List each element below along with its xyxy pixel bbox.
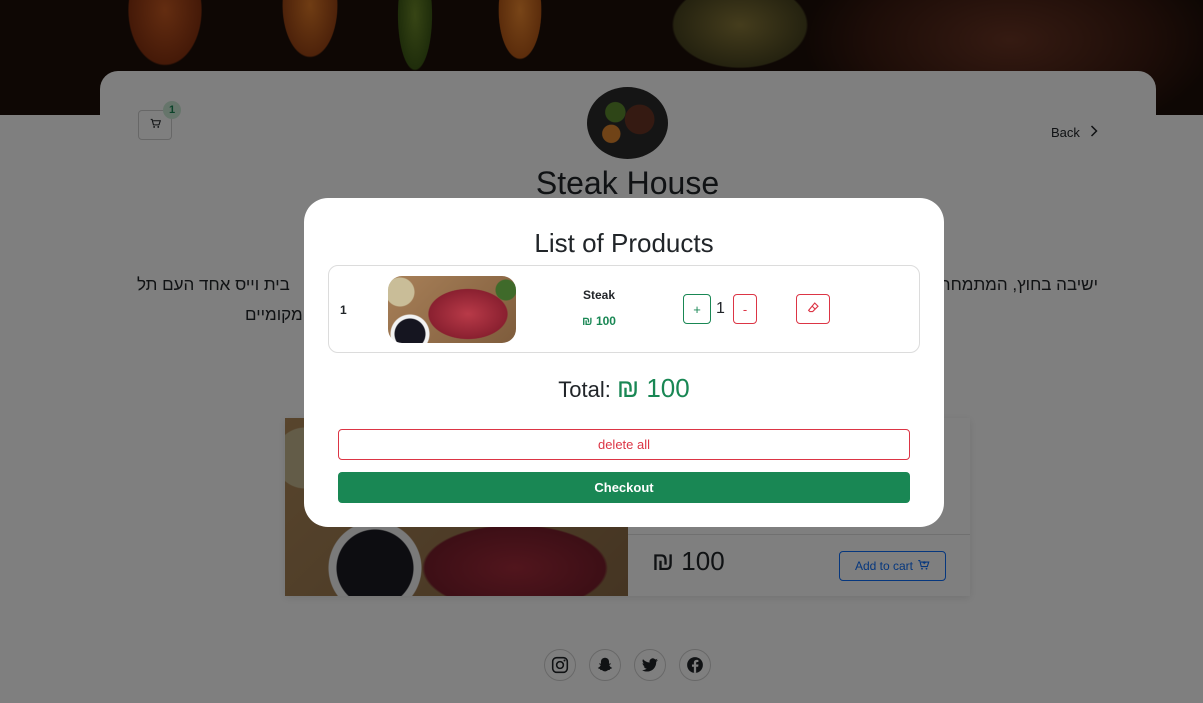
increase-quantity-button[interactable]: + (683, 294, 711, 324)
cart-item-row: 1 Steak ₪ 100 + 1 - (328, 265, 920, 353)
remove-item-button[interactable] (796, 294, 830, 324)
item-name: Steak (582, 288, 616, 302)
item-price: ₪ 100 (582, 314, 616, 328)
total-amount: ₪ 100 (617, 373, 690, 403)
modal-title: List of Products (534, 228, 714, 258)
cart-modal: List of Products 1 Steak ₪ 100 + 1 - Tot… (304, 198, 944, 527)
item-quantity: 1 (716, 300, 725, 317)
item-image (388, 276, 516, 343)
total-label: Total: (558, 377, 611, 402)
delete-all-button[interactable]: delete all (338, 429, 910, 460)
decrease-quantity-button[interactable]: - (733, 294, 757, 324)
item-index: 1 (340, 303, 347, 317)
checkout-button[interactable]: Checkout (338, 472, 910, 503)
eraser-icon (807, 301, 820, 317)
cart-total: Total: ₪ 100 (304, 373, 944, 404)
